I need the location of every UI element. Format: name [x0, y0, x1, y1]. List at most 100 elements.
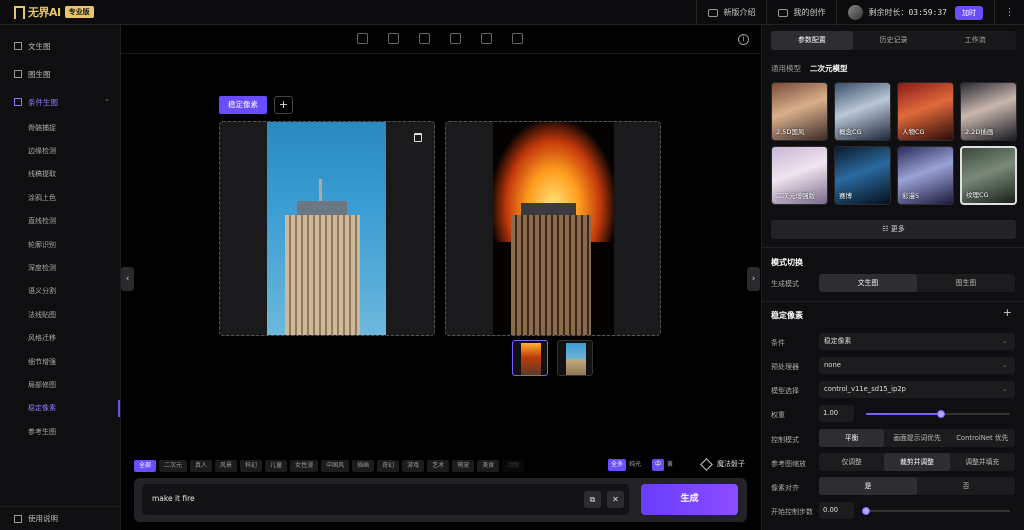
- ref-scale-fill[interactable]: 调整并填充: [950, 453, 1015, 471]
- tag-item[interactable]: 科幻: [240, 459, 263, 472]
- tag-item[interactable]: 奇幻: [377, 459, 400, 472]
- tag-item[interactable]: 插画: [352, 459, 375, 472]
- sidebar-sub-normal[interactable]: 法线贴图: [0, 303, 120, 326]
- tag-item[interactable]: 美食: [477, 459, 500, 472]
- fullscreen-icon[interactable]: [481, 33, 492, 44]
- sidebar-sub-scribble[interactable]: 涂鸦上色: [0, 186, 120, 209]
- pixel-align-yes[interactable]: 是: [819, 477, 917, 495]
- sidebar-sub-detail[interactable]: 细节增强: [0, 350, 120, 373]
- tag-item[interactable]: 动物: [502, 459, 525, 472]
- sidebar-sub-style[interactable]: 风格迁移: [0, 327, 120, 350]
- avatar[interactable]: [848, 5, 864, 20]
- control-mode-controlnet[interactable]: ControlNet 优先: [950, 429, 1015, 447]
- control-mode-balanced[interactable]: 平衡: [819, 429, 885, 447]
- control-mode-prompt[interactable]: 画面提示词优先: [884, 429, 949, 447]
- gen-mode-text2img[interactable]: 文生图: [819, 274, 917, 292]
- add-condition-button[interactable]: +: [274, 96, 293, 114]
- collapse-right-button[interactable]: ›: [747, 267, 760, 291]
- tag-item[interactable]: 儿童: [265, 459, 288, 472]
- logo[interactable]: 无界AI 专业版: [14, 4, 94, 20]
- tag-item[interactable]: 游戏: [402, 459, 425, 472]
- clear-prompt-button[interactable]: ✕: [607, 491, 624, 508]
- tab-params[interactable]: 参数配置: [771, 31, 853, 50]
- source-thumbnail[interactable]: [557, 340, 593, 376]
- add-controlnet-button[interactable]: +: [1003, 306, 1012, 319]
- prompt-input[interactable]: make it fire ⧉ ✕: [142, 484, 629, 515]
- my-works-button[interactable]: 我的创作: [766, 0, 836, 25]
- sidebar-item-image-to-image[interactable]: 图生图: [0, 60, 120, 88]
- more-models-button[interactable]: ☷ 更多: [771, 220, 1016, 239]
- collapse-left-button[interactable]: ‹: [121, 267, 134, 291]
- palette-icon[interactable]: [419, 33, 430, 44]
- preprocessor-select[interactable]: none ⌄: [819, 357, 1015, 374]
- mode-all[interactable]: 全多: [608, 459, 627, 471]
- weight-slider-handle[interactable]: [936, 410, 945, 418]
- model-card[interactable]: 2.5D国风: [771, 82, 828, 141]
- sidebar-sub-edge[interactable]: 边缘检测: [0, 139, 120, 162]
- result-thumbnail[interactable]: [512, 340, 548, 376]
- sidebar-sub-inpaint[interactable]: 局部修图: [0, 373, 120, 396]
- tag-item[interactable]: 萌宠: [452, 459, 475, 472]
- tab-history[interactable]: 历史记录: [853, 31, 935, 50]
- info-icon[interactable]: i: [738, 34, 749, 45]
- sidebar-item-conditional[interactable]: 条件生图 ⌃: [0, 88, 120, 116]
- news-icon: [708, 8, 719, 17]
- model-card[interactable]: 概念CG: [834, 82, 891, 141]
- model-anime-tab[interactable]: 二次元模型: [810, 63, 848, 74]
- more-menu-button[interactable]: ⋮: [994, 0, 1024, 25]
- start-steps-slider[interactable]: [862, 507, 1010, 515]
- sidebar-sub-depth[interactable]: 深度检测: [0, 256, 120, 279]
- tag-item[interactable]: 真人: [190, 459, 213, 472]
- add-time-button[interactable]: 加时: [955, 5, 983, 20]
- trash-icon[interactable]: [414, 133, 422, 142]
- generate-button[interactable]: 生成: [641, 484, 738, 515]
- model-card-selected[interactable]: 纹理CG: [960, 146, 1017, 205]
- undo-icon[interactable]: [357, 33, 368, 44]
- ref-scale-resize[interactable]: 仅调整: [819, 453, 884, 471]
- pixel-align-no[interactable]: 否: [917, 477, 1015, 495]
- input-image-panel[interactable]: [219, 121, 435, 336]
- sub-label: 稳定像素: [28, 404, 56, 413]
- mode-pure[interactable]: 纯光: [626, 459, 644, 471]
- ref-scale-crop[interactable]: 裁剪并调整: [884, 453, 950, 471]
- sidebar-sub-lineart[interactable]: 线稿提取: [0, 163, 120, 186]
- mode-yellow[interactable]: 黄: [664, 459, 676, 471]
- sidebar-sub-mlsd[interactable]: 直线检测: [0, 210, 120, 233]
- start-steps-input[interactable]: 0.00: [819, 502, 854, 519]
- tag-item[interactable]: 中国风: [321, 459, 350, 472]
- my-works-label: 我的创作: [793, 8, 826, 17]
- model-card[interactable]: 人物CG: [897, 82, 954, 141]
- model-card[interactable]: 2.2D插画: [960, 82, 1017, 141]
- sidebar-sub-reference[interactable]: 参考生图: [0, 420, 120, 443]
- help-link[interactable]: 使用说明: [0, 506, 120, 530]
- condition-tab[interactable]: 稳定像素: [219, 96, 267, 114]
- mode-mid[interactable]: 中: [652, 459, 665, 471]
- weight-slider[interactable]: [866, 410, 1010, 418]
- model-general-tab[interactable]: 通用模型: [771, 63, 801, 74]
- tag-item[interactable]: 全部: [134, 459, 157, 472]
- weight-input[interactable]: 1.00: [819, 405, 854, 422]
- model-card[interactable]: 赛博: [834, 146, 891, 205]
- sidebar-sub-pose[interactable]: 骨骼捕捉: [0, 116, 120, 139]
- tag-item[interactable]: 风景: [215, 459, 238, 472]
- model-card[interactable]: 彩漫5: [897, 146, 954, 205]
- model-select[interactable]: control_v11e_sd15_ip2p ⌄: [819, 381, 1015, 398]
- start-steps-handle[interactable]: [862, 507, 870, 515]
- tab-workflow[interactable]: 工作流: [934, 31, 1016, 50]
- sidebar-sub-segmentation[interactable]: 语义分割: [0, 280, 120, 303]
- model-card[interactable]: 二次元增强版: [771, 146, 828, 205]
- hand-icon[interactable]: [450, 33, 461, 44]
- copy-prompt-button[interactable]: ⧉: [584, 491, 601, 508]
- gen-mode-img2img[interactable]: 图生图: [917, 274, 1015, 292]
- tag-item[interactable]: 艺术: [427, 459, 450, 472]
- sidebar-sub-contour[interactable]: 轮廓识别: [0, 233, 120, 256]
- sidebar-item-text-to-image[interactable]: 文生图: [0, 32, 120, 60]
- tag-item[interactable]: 二次元: [159, 459, 188, 472]
- sidebar-sub-stable-pixel[interactable]: 稳定像素: [0, 397, 120, 420]
- save-icon[interactable]: [388, 33, 399, 44]
- condition-select[interactable]: 稳定像素 ⌄: [819, 333, 1015, 350]
- whats-new-button[interactable]: 新版介绍: [696, 0, 766, 25]
- tag-item[interactable]: 女性漫: [290, 459, 319, 472]
- magic-dice-button[interactable]: 魔法骰子: [700, 457, 745, 471]
- add-square-icon[interactable]: [512, 33, 523, 44]
